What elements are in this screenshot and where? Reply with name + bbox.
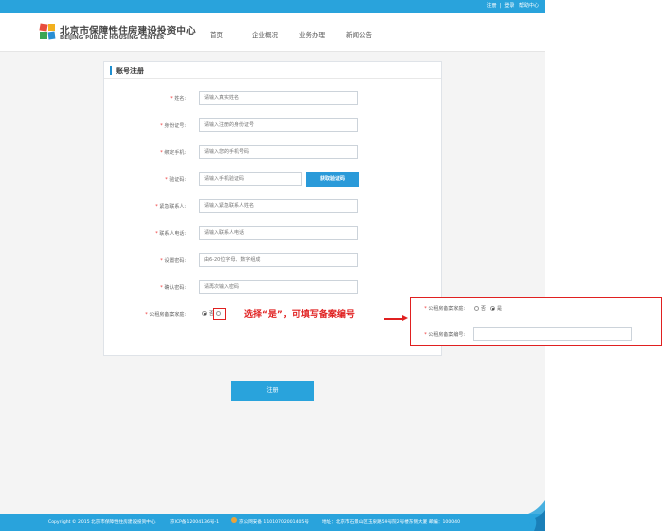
- nav-news[interactable]: 新闻公告: [346, 29, 372, 39]
- verify-code-label: * 验证码:: [165, 177, 186, 183]
- phone-label: * 绑定手机:: [160, 150, 186, 156]
- zoom-radio-yes-label: 是: [497, 306, 503, 312]
- login-link[interactable]: 登录: [504, 3, 514, 9]
- highlight-box: [213, 308, 226, 320]
- password-input[interactable]: [199, 253, 358, 267]
- footer-copyright: Copyright © 2015 北京市保障性住房建设投资中心: [48, 520, 156, 525]
- register-submit-button[interactable]: 注册: [231, 381, 314, 401]
- name-label: * 姓名:: [170, 96, 186, 102]
- card-header: 账号注册: [104, 62, 441, 79]
- register-link[interactable]: 注册: [487, 3, 497, 9]
- main-nav: 北京市保障性住房建设投资中心 BEIJING PUBLIC HOUSING CE…: [0, 13, 545, 52]
- get-code-button[interactable]: 获取验证码: [306, 172, 359, 187]
- corner-decoration-icon: [526, 500, 545, 531]
- public-rental-label: * 公租房备案家庭:: [145, 312, 186, 318]
- footer: Copyright © 2015 北京市保障性住房建设投资中心 京ICP备120…: [0, 514, 545, 531]
- zoom-family-label: * 公租房备案家庭:: [424, 306, 465, 312]
- link-separator: |: [499, 3, 502, 9]
- footer-address: 地址：北京市石景山区玉泉路59号院2号楼东侧大厦 邮编：100040: [322, 520, 461, 525]
- footer-police[interactable]: 京公网安备 11010702001405号: [239, 519, 309, 525]
- help-center-link[interactable]: 帮助中心: [519, 3, 539, 9]
- annotation-text: 选择“是”，可填写备案编号: [244, 310, 355, 320]
- confirm-password-input[interactable]: [199, 280, 358, 294]
- zoom-radio-no-label: 否: [481, 306, 487, 312]
- contact-phone-label: * 联系人电话:: [155, 231, 186, 237]
- phone-input[interactable]: [199, 145, 358, 159]
- logo-title-en: BEIJING PUBLIC HOUSING CENTER: [60, 35, 165, 41]
- footer-icp[interactable]: 京ICP备12004136号-1: [170, 519, 219, 525]
- nav-home[interactable]: 首页: [210, 29, 223, 39]
- emergency-contact-input[interactable]: [199, 199, 358, 213]
- radio-no[interactable]: [202, 311, 207, 316]
- nav-business[interactable]: 业务办理: [299, 29, 325, 39]
- contact-phone-input[interactable]: [199, 226, 358, 240]
- arrow-head-icon: [402, 315, 408, 321]
- title-accent-bar: [110, 66, 112, 75]
- card-title: 账号注册: [116, 67, 144, 75]
- confirm-password-label: * 确认密码:: [160, 285, 186, 291]
- password-label: * 设置密码:: [160, 258, 186, 264]
- zoom-callout-panel: * 公租房备案家庭: 否 是 * 公租房备案编号:: [410, 297, 662, 346]
- top-bar: 注册 | 登录 帮助中心: [0, 0, 545, 13]
- police-badge-icon: [231, 517, 237, 523]
- top-links: 注册 | 登录 帮助中心: [484, 2, 539, 9]
- zoom-radio-no[interactable]: [474, 306, 479, 311]
- zoom-radio-yes[interactable]: [490, 306, 495, 311]
- id-number-input[interactable]: [199, 118, 358, 132]
- logo-icon: [39, 23, 56, 40]
- id-number-label: * 身份证号:: [160, 123, 186, 129]
- zoom-number-label: * 公租房备案编号:: [424, 332, 465, 338]
- verify-code-input[interactable]: [199, 172, 302, 186]
- annotation-arrow: [384, 318, 404, 320]
- nav-company-overview[interactable]: 企业概况: [252, 29, 278, 39]
- name-input[interactable]: [199, 91, 358, 105]
- filing-number-input[interactable]: [473, 327, 632, 341]
- emergency-contact-label: * 紧急联系人:: [155, 204, 186, 210]
